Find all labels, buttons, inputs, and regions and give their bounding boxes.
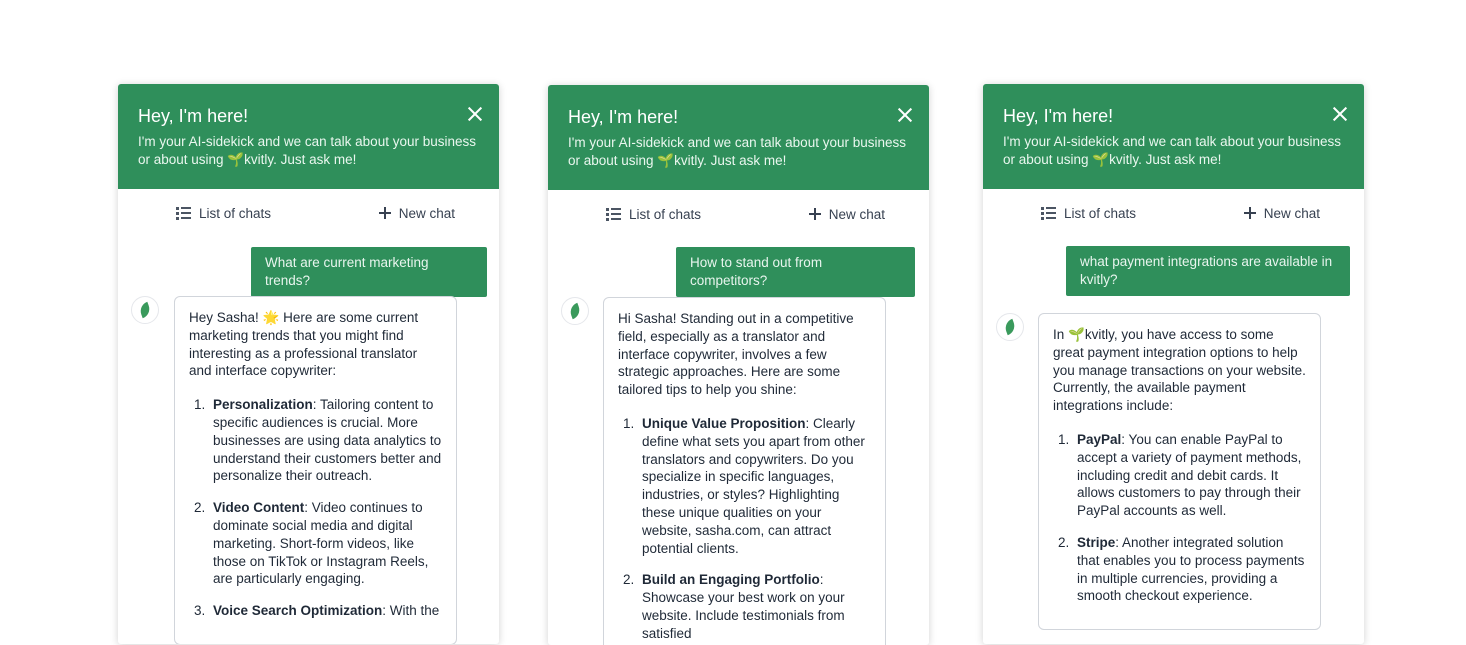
item-number: 1. bbox=[194, 397, 206, 413]
tab-label: New chat bbox=[398, 205, 455, 221]
chat-tabs: List of chats New chat bbox=[983, 189, 1364, 237]
bot-intro: In 🌱kvitly, you have access to some grea… bbox=[1053, 327, 1306, 414]
leaf-icon bbox=[137, 301, 153, 319]
tab-list-of-chats[interactable]: List of chats bbox=[176, 206, 271, 221]
tab-list-of-chats[interactable]: List of chats bbox=[1041, 206, 1136, 221]
list-item: 3. Voice Search Optimization: With the bbox=[189, 602, 442, 620]
tab-label: List of chats bbox=[199, 205, 272, 221]
bot-intro: Hi Sasha! Standing out in a competitive … bbox=[618, 311, 854, 398]
header-subtitle: I'm your AI-sidekick and we can talk abo… bbox=[568, 135, 906, 168]
header-title: Hey, I'm here! bbox=[568, 107, 679, 127]
close-icon[interactable] bbox=[897, 107, 913, 123]
tab-new-chat[interactable]: New chat bbox=[808, 206, 885, 222]
list-item: 1. PayPal: You can enable PayPal to acce… bbox=[1053, 431, 1306, 520]
chat-tabs: List of chats New chat bbox=[118, 189, 499, 237]
bot-intro: Hey Sasha! 🌟 Here are some current marke… bbox=[189, 310, 419, 379]
tab-list-of-chats[interactable]: List of chats bbox=[606, 207, 701, 222]
bot-list: 1. PayPal: You can enable PayPal to acce… bbox=[1053, 431, 1306, 605]
close-icon[interactable] bbox=[1332, 106, 1348, 122]
bot-message: Hey Sasha! 🌟 Here are some current marke… bbox=[174, 296, 457, 644]
user-message: what payment integrations are available … bbox=[1066, 246, 1350, 296]
leaf-icon bbox=[1002, 318, 1018, 336]
tab-label: List of chats bbox=[1064, 205, 1137, 221]
bot-avatar bbox=[561, 297, 589, 325]
item-number: 3. bbox=[194, 603, 206, 619]
item-title: Voice Search Optimization bbox=[213, 603, 383, 619]
chat-panel: Hey, I'm here! I'm your AI-sidekick and … bbox=[118, 84, 499, 644]
list-icon bbox=[176, 206, 191, 220]
chat-panel: Hey, I'm here! I'm your AI-sidekick and … bbox=[983, 84, 1364, 644]
item-title: PayPal bbox=[1077, 431, 1122, 447]
tab-label: New chat bbox=[828, 206, 885, 222]
item-number: 1. bbox=[1058, 431, 1070, 447]
bot-list: 1. Unique Value Proposition: Clearly def… bbox=[618, 415, 871, 643]
header-subtitle: I'm your AI-sidekick and we can talk abo… bbox=[138, 134, 476, 167]
user-message: How to stand out from competitors? bbox=[676, 247, 915, 297]
header-subtitle: I'm your AI-sidekick and we can talk abo… bbox=[1003, 134, 1341, 167]
chat-tabs: List of chats New chat bbox=[548, 190, 929, 238]
item-title: Video Content bbox=[213, 500, 305, 516]
user-message: What are current marketing trends? bbox=[251, 247, 487, 297]
list-item: 1. Unique Value Proposition: Clearly def… bbox=[618, 415, 871, 557]
chat-header: Hey, I'm here! I'm your AI-sidekick and … bbox=[548, 85, 929, 190]
list-item: 1. Personalization: Tailoring content to… bbox=[189, 396, 442, 485]
chat-header: Hey, I'm here! I'm your AI-sidekick and … bbox=[983, 84, 1364, 189]
tab-label: New chat bbox=[1263, 205, 1320, 221]
plus-icon bbox=[808, 208, 821, 220]
list-item: 2. Stripe: Another integrated solution t… bbox=[1053, 534, 1306, 605]
chat-panel: Hey, I'm here! I'm your AI-sidekick and … bbox=[548, 85, 929, 645]
tab-label: List of chats bbox=[629, 206, 702, 222]
item-number: 1. bbox=[623, 415, 635, 431]
header-title: Hey, I'm here! bbox=[1003, 106, 1114, 126]
chat-header: Hey, I'm here! I'm your AI-sidekick and … bbox=[118, 84, 499, 189]
leaf-icon bbox=[567, 302, 583, 320]
item-text: : Clearly define what sets you apart fro… bbox=[642, 415, 865, 556]
list-item: 2. Build an Engaging Portfolio: Showcase… bbox=[618, 571, 871, 642]
item-text: : With the bbox=[382, 603, 440, 619]
list-icon bbox=[1041, 206, 1056, 220]
item-number: 2. bbox=[1058, 534, 1070, 550]
item-title: Unique Value Proposition bbox=[642, 415, 806, 431]
plus-icon bbox=[1243, 207, 1256, 219]
bot-list: 1. Personalization: Tailoring content to… bbox=[189, 396, 442, 620]
bot-avatar bbox=[131, 296, 159, 324]
plus-icon bbox=[378, 207, 391, 219]
item-title: Stripe bbox=[1077, 534, 1116, 550]
header-title: Hey, I'm here! bbox=[138, 106, 249, 126]
tab-new-chat[interactable]: New chat bbox=[378, 205, 455, 221]
bot-message: Hi Sasha! Standing out in a competitive … bbox=[603, 297, 886, 645]
item-number: 2. bbox=[194, 500, 206, 516]
close-icon[interactable] bbox=[467, 106, 483, 122]
item-title: Personalization bbox=[213, 397, 313, 413]
list-item: 2. Video Content: Video continues to dom… bbox=[189, 499, 442, 588]
bot-message: In 🌱kvitly, you have access to some grea… bbox=[1038, 313, 1321, 631]
item-title: Build an Engaging Portfolio bbox=[642, 572, 820, 588]
bot-avatar bbox=[996, 313, 1024, 341]
tab-new-chat[interactable]: New chat bbox=[1243, 205, 1320, 221]
list-icon bbox=[606, 207, 621, 221]
item-number: 2. bbox=[623, 572, 635, 588]
